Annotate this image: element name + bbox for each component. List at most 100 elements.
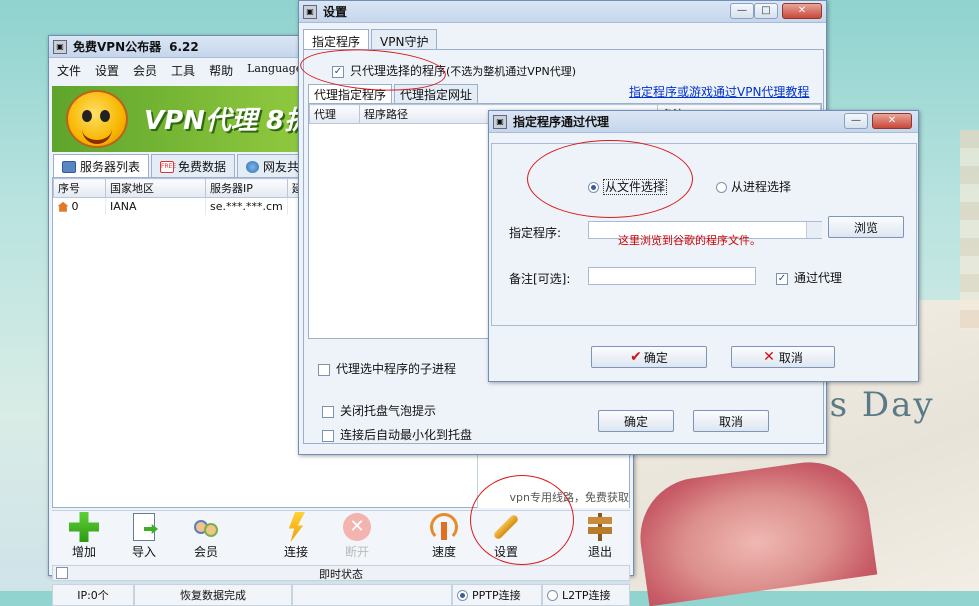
dialog-cancel-label: 取消	[778, 350, 803, 365]
pptp-label: PPTP连接	[472, 589, 521, 602]
only-proxy-note: (不选为整机通过VPN代理)	[446, 65, 576, 78]
import-button[interactable]: 导入	[114, 511, 174, 563]
status-message: 恢复数据完成	[134, 584, 292, 606]
through-proxy-checkbox[interactable]: ✓	[776, 272, 788, 285]
pptp-radio[interactable]: PPTP连接	[452, 584, 542, 606]
statusbar: IP:0个 恢复数据完成 PPTP连接 L2TP连接	[52, 584, 630, 606]
member-label: 会员	[193, 545, 218, 559]
menu-tools[interactable]: 工具	[171, 62, 195, 79]
menu-file[interactable]: 文件	[57, 62, 81, 79]
tray-tip-checkbox[interactable]	[322, 405, 334, 418]
mascot-icon	[66, 90, 128, 148]
child-process-checkbox[interactable]	[318, 363, 330, 376]
add-label: 增加	[71, 545, 96, 559]
browse-hint: 这里浏览到谷歌的程序文件。	[618, 234, 761, 247]
add-button[interactable]: 增加	[54, 511, 114, 563]
from-process-radio-dot	[716, 182, 727, 193]
computer-icon	[62, 160, 76, 173]
child-process-option[interactable]: 代理选中程序的子进程	[318, 360, 456, 377]
settings-cancel-button[interactable]: 取消	[693, 410, 769, 432]
wallpaper-stripe	[960, 130, 979, 330]
row-country: IANA	[105, 197, 206, 215]
through-proxy-label: 通过代理	[794, 271, 843, 285]
settings-ok-button[interactable]: 确定	[598, 410, 674, 432]
dialog-ok-label: 确定	[643, 350, 668, 365]
status-row: 即时状态	[52, 565, 630, 581]
status-spacer	[292, 584, 452, 606]
dialog-app-icon: ▣	[493, 114, 507, 129]
tab-server-list-label: 服务器列表	[80, 160, 141, 174]
plus-icon	[69, 512, 99, 542]
status-ip-text: IP:0个	[77, 589, 109, 602]
lightning-icon	[281, 512, 311, 542]
from-process-radio[interactable]: 从进程选择	[716, 178, 791, 195]
settings-app-icon: ▣	[303, 4, 317, 19]
app-icon: ▣	[53, 39, 67, 54]
col-server-ip[interactable]: 服务器IP	[205, 178, 288, 198]
status-row-label: 即时状态	[319, 568, 363, 581]
settings-close-button[interactable]: ✕	[782, 3, 822, 19]
signal-tower-icon	[429, 513, 459, 541]
dialog-minimize-button[interactable]: —	[844, 113, 868, 129]
menu-member[interactable]: 会员	[133, 62, 157, 79]
minimize-option[interactable]: 连接后自动最小化到托盘	[322, 426, 472, 443]
connect-button[interactable]: 连接	[266, 511, 326, 563]
program-label: 指定程序:	[509, 226, 562, 240]
close-circle-icon: ✕	[342, 513, 372, 541]
l2tp-radio[interactable]: L2TP连接	[542, 584, 630, 606]
free-badge-icon: FREE	[160, 160, 176, 173]
col-proxy[interactable]: 代理	[309, 104, 360, 124]
status-message-text: 恢复数据完成	[180, 589, 246, 602]
main-version: 6.22	[169, 39, 199, 54]
speed-label: 速度	[431, 545, 456, 559]
signpost-icon	[585, 513, 615, 541]
dialog-ok-button[interactable]: ✔ 确定	[591, 346, 707, 368]
home-icon	[57, 201, 69, 212]
import-label: 导入	[131, 545, 156, 559]
dialog-cancel-button[interactable]: ✕ 取消	[731, 346, 835, 368]
menu-language[interactable]: Language	[247, 62, 302, 79]
through-proxy-option[interactable]: ✓ 通过代理	[776, 269, 842, 286]
col-country[interactable]: 国家地区	[105, 178, 206, 198]
dialog-close-button[interactable]: ✕	[872, 113, 912, 129]
proxy-dialog-title: 指定程序通过代理	[513, 115, 610, 129]
minimize-button[interactable]: —	[730, 3, 754, 19]
exit-button[interactable]: 退出	[570, 511, 630, 563]
minimize-label: 连接后自动最小化到托盘	[340, 428, 473, 442]
tray-tip-label: 关闭托盘气泡提示	[340, 404, 437, 418]
row-index: 0	[71, 199, 79, 213]
row-server-ip: se.***.***.cm	[205, 197, 288, 215]
l2tp-label: L2TP连接	[562, 589, 611, 602]
l2tp-radio-dot	[547, 589, 558, 601]
pptp-radio-dot	[457, 589, 468, 601]
main-tabs: 服务器列表 FREE 免费数据 网友共享	[53, 154, 322, 178]
x-icon: ✕	[763, 349, 775, 365]
member-button[interactable]: 会员	[176, 511, 236, 563]
menu-settings[interactable]: 设置	[95, 62, 119, 79]
row-index-cell: 0	[53, 197, 106, 215]
maximize-button[interactable]: □	[754, 3, 778, 19]
annotation-circle-from-file	[527, 140, 693, 218]
minimize-checkbox[interactable]	[322, 429, 334, 442]
menu-help[interactable]: 帮助	[209, 62, 233, 79]
main-title: 免费VPN公布器	[73, 40, 162, 54]
remark-input[interactable]	[588, 267, 756, 285]
status-checkbox[interactable]	[56, 567, 68, 579]
globe-users-icon	[246, 160, 260, 173]
annotation-circle-settings	[470, 475, 574, 565]
connect-label: 连接	[283, 545, 308, 559]
tab-free-data[interactable]: FREE 免费数据	[151, 154, 236, 178]
speed-button[interactable]: 速度	[414, 511, 474, 563]
exit-label: 退出	[587, 545, 612, 559]
remark-label: 备注[可选]:	[509, 272, 571, 286]
browse-button[interactable]: 浏览	[828, 216, 904, 238]
disconnect-button[interactable]: ✕ 断开	[327, 511, 387, 563]
tray-tip-option[interactable]: 关闭托盘气泡提示	[322, 402, 436, 419]
tutorial-link[interactable]: 指定程序或游戏通过VPN代理教程	[629, 83, 809, 100]
from-process-label: 从进程选择	[731, 180, 792, 194]
users-icon	[191, 513, 221, 541]
check-icon: ✔	[630, 349, 642, 365]
tab-server-list[interactable]: 服务器列表	[53, 154, 150, 178]
col-index[interactable]: 序号	[53, 178, 106, 198]
program-path-dropdown-icon[interactable]	[806, 222, 822, 238]
